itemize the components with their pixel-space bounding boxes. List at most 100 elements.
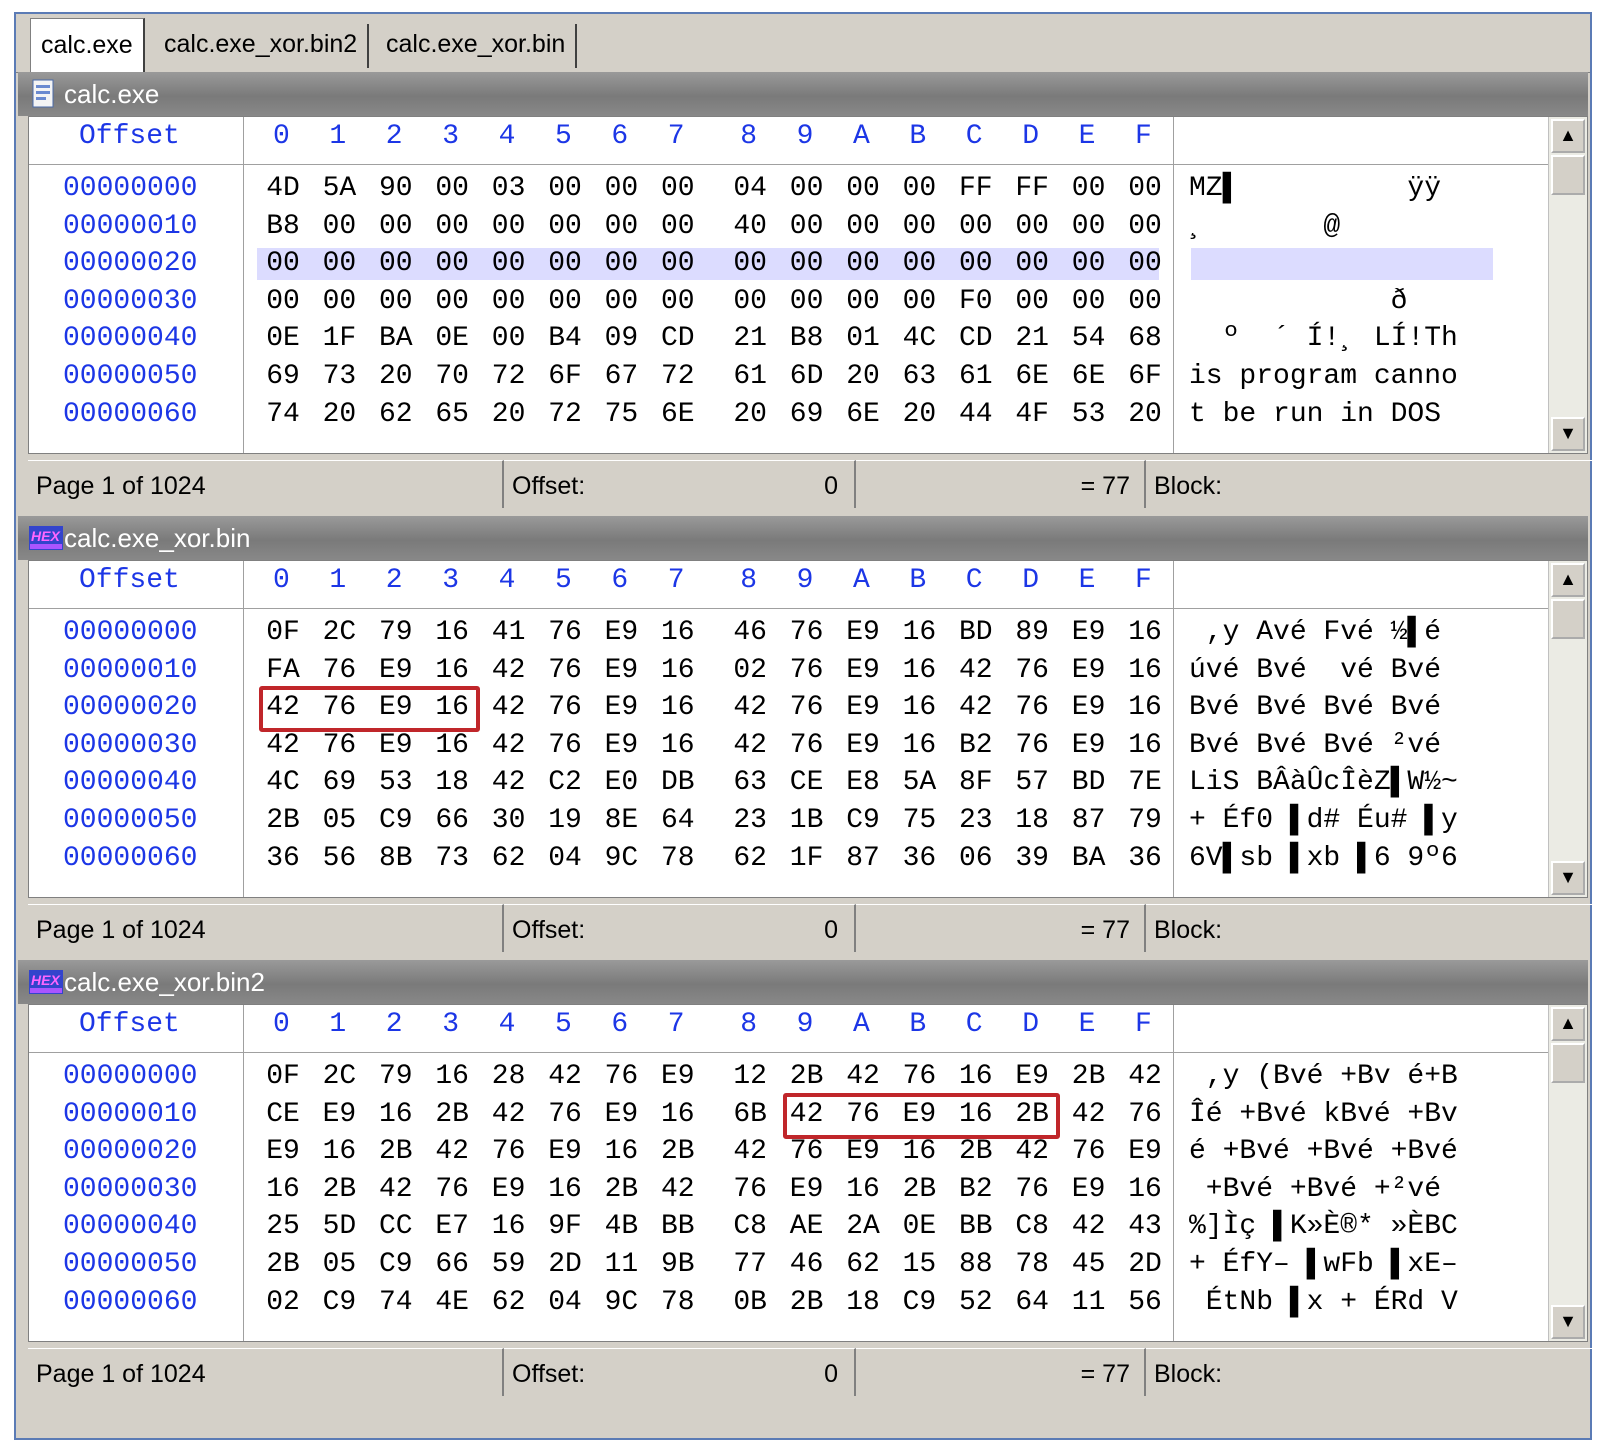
hex-byte[interactable]: 21: [1010, 323, 1054, 354]
hex-grid[interactable]: Offset 0 1 2 3 4 5 6 7 8 9 A B C D E F 00000000 4D 5A 90 00 03…: [28, 116, 1588, 454]
hex-byte[interactable]: E9: [1123, 1136, 1167, 1167]
hex-byte[interactable]: 6F: [1123, 361, 1167, 392]
hex-byte[interactable]: E7: [430, 1211, 474, 1242]
hex-byte[interactable]: 36: [1123, 843, 1167, 874]
hex-byte[interactable]: 16: [599, 1136, 643, 1167]
hex-byte[interactable]: 16: [1123, 692, 1167, 723]
hex-byte[interactable]: B8: [785, 323, 829, 354]
hex-byte[interactable]: E9: [841, 655, 885, 686]
hex-byte[interactable]: 6F: [543, 361, 587, 392]
hex-byte[interactable]: E9: [599, 655, 643, 686]
hex-byte[interactable]: 00: [599, 211, 643, 242]
hex-byte[interactable]: 0B: [728, 1287, 772, 1318]
hex-byte[interactable]: 16: [897, 655, 941, 686]
hex-byte[interactable]: 2A: [841, 1211, 885, 1242]
hex-byte[interactable]: 20: [374, 361, 418, 392]
hex-byte[interactable]: 76: [1067, 1136, 1111, 1167]
hex-byte[interactable]: 2B: [785, 1061, 829, 1092]
hex-byte[interactable]: 42: [487, 1099, 531, 1130]
hex-grid[interactable]: Offset 0 1 2 3 4 5 6 7 8 9 A B C D E F 00000000 0F 2C 79 16 41…: [28, 560, 1588, 898]
hex-byte[interactable]: 20: [841, 361, 885, 392]
hex-byte[interactable]: 2C: [317, 1061, 361, 1092]
hex-byte[interactable]: 73: [317, 361, 361, 392]
hex-byte[interactable]: 65: [430, 399, 474, 430]
hex-byte[interactable]: 76: [543, 655, 587, 686]
hex-byte[interactable]: 02: [728, 655, 772, 686]
hex-byte[interactable]: E9: [374, 730, 418, 761]
hex-row[interactable]: 00000040 0E 1F BA 0E 00 B4 09 CD 21 B8 01 4C CD 21 54 68…: [29, 321, 1587, 358]
hex-byte[interactable]: 2B: [430, 1099, 474, 1130]
hex-byte[interactable]: 09: [599, 323, 643, 354]
hex-byte[interactable]: 76: [785, 617, 829, 648]
tab-calc-exe[interactable]: calc.exe: [30, 18, 145, 72]
hex-byte[interactable]: 16: [374, 1099, 418, 1130]
hex-row[interactable]: 00000050 2B 05 C9 66 59 2D 11 9B 77 46 62 15 88 78 45 2D…: [29, 1247, 1587, 1284]
hex-byte[interactable]: E9: [1010, 1061, 1054, 1092]
hex-byte[interactable]: 90: [374, 173, 418, 204]
hex-byte[interactable]: 59: [487, 1249, 531, 1280]
hex-row[interactable]: 00000030 42 76 E9 16 42 76 E9 16 42 76 E9 16 B2 76 E9 16…: [29, 728, 1587, 765]
hex-byte[interactable]: 05: [317, 805, 361, 836]
scroll-down-button[interactable]: ▼: [1551, 1305, 1585, 1339]
hex-byte[interactable]: E9: [599, 1099, 643, 1130]
hex-byte[interactable]: 46: [728, 617, 772, 648]
hex-byte[interactable]: BA: [374, 323, 418, 354]
scroll-thumb[interactable]: [1551, 155, 1585, 195]
hex-byte[interactable]: CE: [785, 767, 829, 798]
hex-byte[interactable]: 69: [317, 767, 361, 798]
hex-byte[interactable]: 0F: [261, 617, 305, 648]
hex-byte[interactable]: 62: [487, 1287, 531, 1318]
hex-byte[interactable]: 76: [1010, 655, 1054, 686]
hex-byte[interactable]: 44: [954, 399, 998, 430]
hex-byte[interactable]: 02: [261, 1287, 305, 1318]
hex-byte[interactable]: E9: [1067, 692, 1111, 723]
hex-byte[interactable]: 2B: [374, 1136, 418, 1167]
hex-byte[interactable]: 42: [728, 692, 772, 723]
hex-row[interactable]: 00000060 74 20 62 65 20 72 75 6E 20 69 6E 20 44 4F 53 20…: [29, 397, 1587, 434]
hex-byte[interactable]: 16: [261, 1174, 305, 1205]
hex-byte[interactable]: 2B: [656, 1136, 700, 1167]
hex-byte[interactable]: 19: [543, 805, 587, 836]
hex-byte[interactable]: 00: [487, 286, 531, 317]
hex-byte[interactable]: 9F: [543, 1211, 587, 1242]
hex-byte[interactable]: 00: [1010, 248, 1054, 279]
hex-byte[interactable]: 36: [897, 843, 941, 874]
hex-row[interactable]: 00000020 00 00 00 00 00 00 00 00 00 00 00 00 00 00 00 00: [29, 246, 1587, 283]
hex-byte[interactable]: 00: [728, 286, 772, 317]
hex-byte[interactable]: 72: [487, 361, 531, 392]
scroll-up-button[interactable]: ▲: [1551, 563, 1585, 597]
hex-byte[interactable]: 87: [841, 843, 885, 874]
hex-byte[interactable]: DB: [656, 767, 700, 798]
hex-byte[interactable]: 16: [543, 1174, 587, 1205]
hex-row[interactable]: 00000010 B8 00 00 00 00 00 00 00 40 00 00 00 00 00 00 00…: [29, 209, 1587, 246]
hex-byte[interactable]: C9: [897, 1287, 941, 1318]
vertical-scrollbar[interactable]: ▲ ▼: [1548, 117, 1587, 453]
hex-byte[interactable]: 63: [897, 361, 941, 392]
hex-byte[interactable]: 45: [1067, 1249, 1111, 1280]
hex-byte[interactable]: 2B: [897, 1174, 941, 1205]
hex-byte[interactable]: 16: [1123, 1174, 1167, 1205]
hex-byte[interactable]: E9: [374, 655, 418, 686]
hex-byte[interactable]: 42: [487, 730, 531, 761]
hex-byte[interactable]: 42: [954, 692, 998, 723]
hex-byte[interactable]: 40: [728, 211, 772, 242]
hex-byte[interactable]: 2D: [1123, 1249, 1167, 1280]
hex-byte[interactable]: 64: [656, 805, 700, 836]
hex-byte[interactable]: 00: [841, 211, 885, 242]
hex-byte[interactable]: 16: [841, 1174, 885, 1205]
hex-byte[interactable]: 42: [656, 1174, 700, 1205]
hex-byte[interactable]: 00: [954, 248, 998, 279]
hex-byte[interactable]: CC: [374, 1211, 418, 1242]
hex-byte[interactable]: 42: [487, 692, 531, 723]
hex-byte[interactable]: 70: [430, 361, 474, 392]
hex-byte[interactable]: 76: [1010, 1174, 1054, 1205]
hex-byte[interactable]: C8: [728, 1211, 772, 1242]
hex-byte[interactable]: 89: [1010, 617, 1054, 648]
hex-byte[interactable]: 52: [954, 1287, 998, 1318]
hex-byte[interactable]: 00: [1123, 248, 1167, 279]
hex-byte[interactable]: 2B: [261, 1249, 305, 1280]
hex-byte[interactable]: 1F: [317, 323, 361, 354]
hex-byte[interactable]: 00: [374, 286, 418, 317]
hex-byte[interactable]: E9: [599, 692, 643, 723]
hex-byte[interactable]: 61: [728, 361, 772, 392]
